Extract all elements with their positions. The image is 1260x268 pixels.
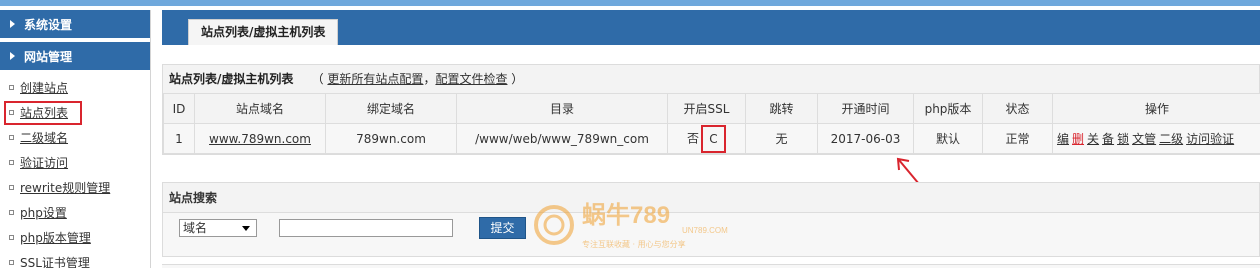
op-lock-link[interactable]: 锁 [1117,132,1129,146]
panel-header: 站点列表/虚拟主机列表 （ 更新所有站点配置，配置文件检查 ） [163,65,1259,93]
sidebar-item-create-site[interactable]: 创建站点 [0,75,150,100]
sidebar-item-label[interactable]: 二级域名 [20,129,68,146]
op-edit-link[interactable]: 编 [1057,132,1069,146]
tab-bar: 站点列表/虚拟主机列表 [162,10,1260,45]
sidebar-item-subdomain[interactable]: 二级域名 [0,125,150,150]
cell-operations: 编删关备锁文管 二级 访问验证 [1052,123,1260,154]
submit-button[interactable]: 提交 [479,217,526,239]
cell-php-version: 默认 [913,123,983,154]
sidebar-item-ssl-certs[interactable]: SSL证书管理 [0,250,150,268]
watermark-tagline: 专注互联收藏 · 用心与您分享 [582,239,686,249]
cell-id: 1 [163,123,195,154]
col-header-operations: 操作 [1052,93,1260,124]
site-list-panel: 站点列表/虚拟主机列表 （ 更新所有站点配置，配置文件检查 ） ID 站点域名 … [162,64,1260,155]
op-subdomain-link[interactable]: 二级 [1159,132,1183,146]
sidebar-section-label: 网站管理 [24,49,73,64]
col-header-redirect: 跳转 [745,93,818,124]
highlight-box [4,101,82,125]
col-header-domain: 站点域名 [194,93,326,124]
bullet-icon [9,235,14,240]
separator: ， [423,72,436,86]
bullet-icon [9,260,14,265]
sidebar-section-site-management[interactable]: 网站管理 [0,42,150,70]
watermark-logo: 蜗牛789 UN789.COM 专注互联收藏 · 用心与您分享 [534,202,728,249]
op-file-manager-link[interactable]: 文管 [1132,132,1156,146]
col-header-bind-domain: 绑定域名 [325,93,457,124]
col-header-directory: 目录 [456,93,668,124]
cell-status: 正常 [982,123,1053,154]
cell-domain: www.789wn.com [194,123,326,154]
caret-right-icon [10,52,15,60]
panel-title: 站点列表/虚拟主机列表 [169,72,294,86]
bullet-icon [9,160,14,165]
search-field-select[interactable]: 域名 [179,219,257,237]
site-table: ID 站点域名 绑定域名 目录 开启SSL 跳转 开通时间 php版本 状态 操… [163,93,1260,154]
bullet-icon [9,135,14,140]
watermark-text: 蜗牛789 [582,202,670,229]
tab-site-list[interactable]: 站点列表/虚拟主机列表 [188,19,339,45]
select-value: 域名 [183,221,208,235]
config-check-link[interactable]: 配置文件检查 [435,72,507,86]
sidebar-section-system-settings[interactable]: 系统设置 [0,10,150,38]
sidebar-item-label[interactable]: SSL证书管理 [20,254,90,268]
cell-directory: /www/web/www_789wn_com [456,123,668,154]
col-header-php-version: php版本 [913,93,983,124]
col-header-open-time: 开通时间 [817,93,914,124]
op-close-link[interactable]: 关 [1087,132,1099,146]
cell-ssl: 否C [667,123,746,154]
sidebar-item-site-list[interactable]: 站点列表 [0,100,150,125]
col-header-status: 状态 [982,93,1053,124]
op-backup-link[interactable]: 备 [1102,132,1114,146]
sidebar-section-label: 系统设置 [24,17,73,32]
cell-open-time: 2017-06-03 [817,123,914,154]
bullet-icon [9,210,14,215]
col-header-ssl: 开启SSL [667,93,746,124]
search-input[interactable] [279,219,453,237]
domain-link[interactable]: www.789wn.com [209,132,311,146]
bullet-icon [9,85,14,90]
sidebar-item-label[interactable]: php设置 [20,204,67,221]
update-all-config-link[interactable]: 更新所有站点配置 [327,72,423,86]
chevron-down-icon [242,226,250,231]
sidebar-item-php-versions[interactable]: php版本管理 [0,225,150,250]
sidebar-item-label[interactable]: 验证访问 [20,154,68,171]
next-panel-edge [162,264,1260,268]
sidebar-item-rewrite-rules[interactable]: rewrite规则管理 [0,175,150,200]
sidebar-item-auth-access[interactable]: 验证访问 [0,150,150,175]
ssl-status: 否 [686,131,699,145]
paren: ） [511,72,524,86]
op-access-auth-link[interactable]: 访问验证 [1186,132,1234,146]
cell-redirect: 无 [745,123,818,154]
cell-bind-domain: 789wn.com [325,123,457,154]
col-header-id: ID [163,93,195,124]
caret-right-icon [10,20,15,28]
paren: （ [311,72,324,86]
table-header-row: ID 站点域名 绑定域名 目录 开启SSL 跳转 开通时间 php版本 状态 操… [163,93,1260,124]
table-row: 1 www.789wn.com 789wn.com /www/web/www_7… [163,123,1260,154]
ssl-c-link[interactable]: C [701,124,726,153]
watermark-sub: UN789.COM [682,226,728,235]
sidebar-item-label[interactable]: 创建站点 [20,79,68,96]
top-strip [0,0,1260,6]
sidebar-item-label[interactable]: rewrite规则管理 [20,179,110,196]
panel-links: （ 更新所有站点配置，配置文件检查 ） [312,72,524,86]
sidebar-item-label[interactable]: php版本管理 [20,229,91,246]
sidebar-menu: 创建站点 站点列表 二级域名 验证访问 rewrite规则管理 php设置 ph… [0,72,150,268]
sidebar: 系统设置 网站管理 创建站点 站点列表 二级域名 验证访问 rewrite规则管… [0,10,151,268]
op-delete-link[interactable]: 删 [1072,132,1084,146]
bullet-icon [9,185,14,190]
sidebar-item-php-settings[interactable]: php设置 [0,200,150,225]
